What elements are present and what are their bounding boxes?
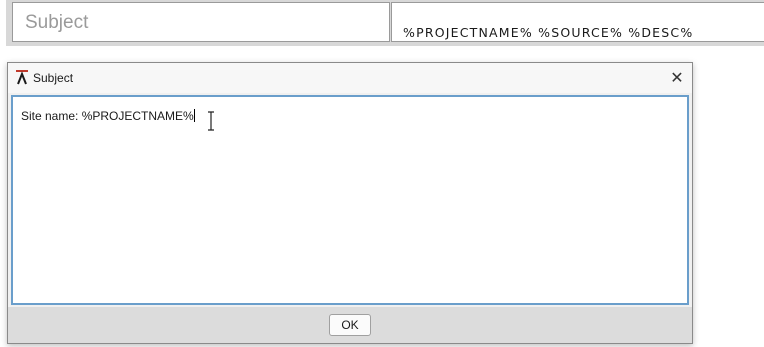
textarea-text: Site name: %PROJECTNAME% xyxy=(21,109,194,123)
background-form-row: Subject %PROJECTNAME% %SOURCE% %DESC% xyxy=(6,0,764,46)
subject-label: Subject xyxy=(25,12,89,33)
subject-value-field[interactable]: %PROJECTNAME% %SOURCE% %DESC% xyxy=(391,2,764,42)
subject-dialog: Subject ✕ Site name: %PROJECTNAME% OK xyxy=(7,62,693,344)
lambda-icon xyxy=(15,69,29,85)
ibeam-cursor-icon xyxy=(206,111,216,131)
close-button[interactable]: ✕ xyxy=(662,63,692,93)
screen: Subject %PROJECTNAME% %SOURCE% %DESC% Su… xyxy=(0,0,764,347)
close-icon: ✕ xyxy=(670,70,684,87)
subject-value-text: %PROJECTNAME% %SOURCE% %DESC% xyxy=(403,25,694,40)
text-caret xyxy=(193,109,195,122)
subject-textarea[interactable]: Site name: %PROJECTNAME% xyxy=(11,95,689,305)
dialog-footer: OK xyxy=(8,307,692,343)
ok-button[interactable]: OK xyxy=(329,314,371,336)
dialog-titlebar[interactable]: Subject ✕ xyxy=(8,63,692,93)
textarea-content: Site name: %PROJECTNAME% xyxy=(21,109,195,123)
dialog-title: Subject xyxy=(33,71,74,85)
subject-label-cell: Subject xyxy=(12,2,390,42)
